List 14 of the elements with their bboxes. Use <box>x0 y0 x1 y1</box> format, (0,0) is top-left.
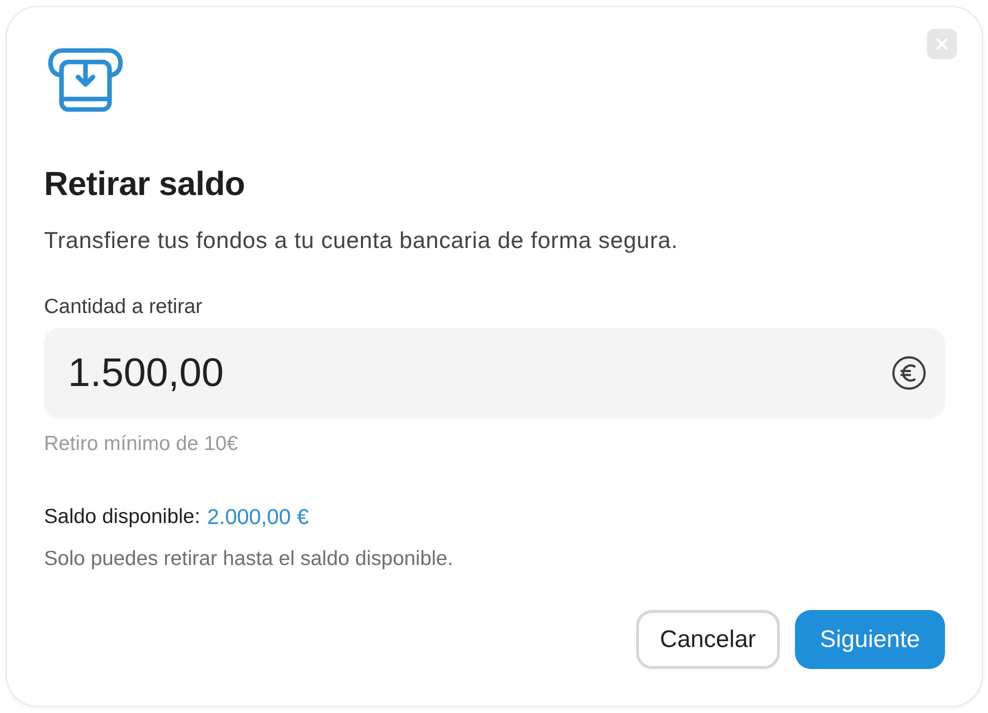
close-icon <box>936 38 948 50</box>
cancel-button[interactable]: Cancelar <box>636 610 780 669</box>
euro-icon <box>892 356 926 390</box>
next-button[interactable]: Siguiente <box>794 610 945 669</box>
hint-text: Retiro mínimo de 10€ <box>44 432 239 456</box>
balance-note: Solo puedes retirar hasta el saldo disponible. <box>44 547 454 571</box>
balance-amount: 2.000,00 € <box>207 505 309 529</box>
amount-field[interactable]: 1.500,00 <box>44 328 945 418</box>
dialog-title: Retirar saldo <box>44 166 246 204</box>
close-button[interactable] <box>927 29 957 59</box>
dialog-subtitle: Transfiere tus fondos a tu cuenta bancaria de forma segura. <box>44 226 679 254</box>
balance-label: Saldo disponible: <box>44 505 200 529</box>
withdraw-tray-icon <box>48 48 123 112</box>
field-label: Cantidad a retirar <box>44 295 204 319</box>
